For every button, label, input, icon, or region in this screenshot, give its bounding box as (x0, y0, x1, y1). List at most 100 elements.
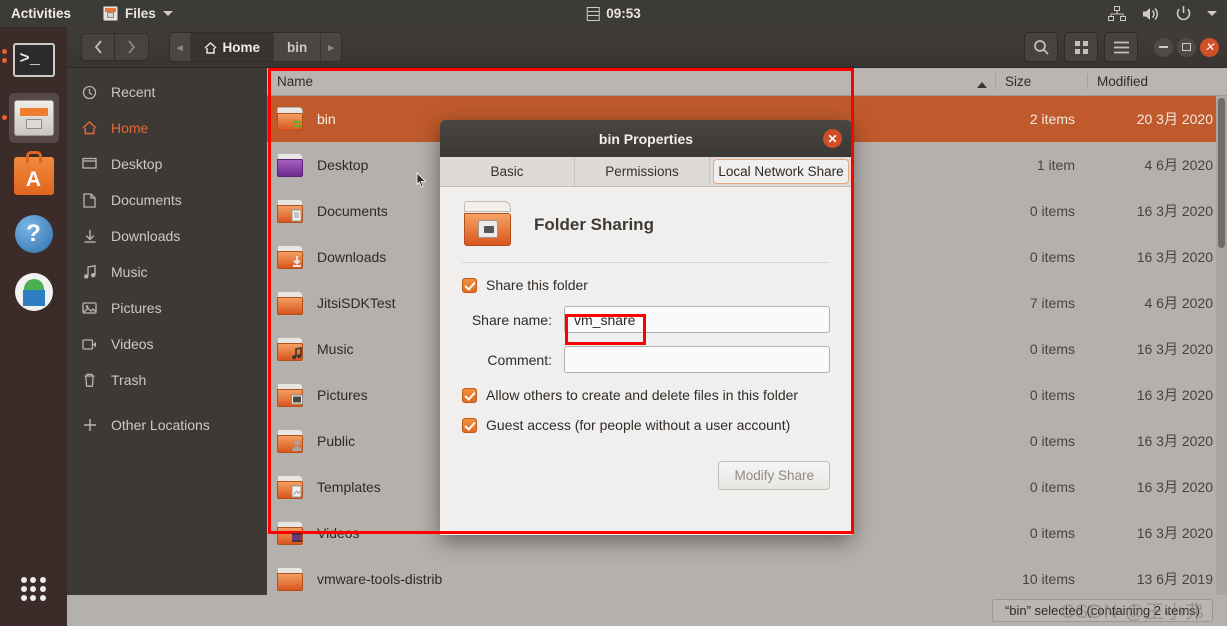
share-name-input[interactable]: vm_share (564, 306, 830, 333)
properties-dialog: bin Properties ✕ Basic Permissions Local… (440, 120, 852, 535)
folder-icon (277, 567, 305, 591)
minimize-button[interactable] (1154, 37, 1173, 57)
dock-item-help[interactable]: ? (9, 209, 59, 259)
allow-others-label: Allow others to create and delete files … (486, 387, 799, 403)
dock-item-android-studio[interactable] (9, 267, 59, 317)
folder-pictures-icon (277, 383, 305, 407)
file-modified: 16 3月 2020 (1136, 249, 1213, 265)
home-icon (81, 121, 98, 135)
search-button[interactable] (1024, 32, 1058, 62)
android-studio-icon (14, 273, 53, 311)
show-applications-button[interactable] (9, 564, 59, 614)
sidebar-separator (67, 398, 267, 407)
dock-item-terminal[interactable]: >_ (1, 35, 59, 85)
guest-access-row[interactable]: Guest access (for people without a user … (462, 417, 830, 433)
vertical-scrollbar[interactable] (1216, 96, 1227, 626)
sidebar-item-other-locations[interactable]: Other Locations (67, 407, 267, 443)
close-icon: ✕ (1204, 40, 1215, 54)
forward-button[interactable] (115, 33, 149, 61)
folder-templates-icon (277, 475, 305, 499)
share-this-folder-row[interactable]: Share this folder (462, 277, 830, 293)
desktop-icon (81, 157, 98, 171)
close-button[interactable]: ✕ (1200, 37, 1219, 57)
clock-icon (81, 85, 98, 100)
folder-downloads-icon (277, 245, 305, 269)
sidebar-item-recent[interactable]: Recent (67, 74, 267, 110)
power-icon[interactable] (1175, 5, 1192, 22)
minimize-icon (1159, 46, 1168, 48)
clock-button[interactable]: 09:53 (586, 6, 641, 21)
ubuntu-software-icon: A (13, 151, 54, 195)
file-name-cell: vmware-tools-distrib (267, 567, 995, 591)
folder-music-icon (277, 337, 305, 361)
dialog-tabs: Basic Permissions Local Network Share (440, 157, 852, 187)
share-this-folder-checkbox[interactable] (462, 277, 477, 293)
back-button[interactable] (81, 33, 115, 61)
file-name: Videos (317, 525, 360, 541)
column-header-name[interactable]: Name (267, 74, 995, 89)
grid-dot (39, 576, 46, 583)
column-header-modified[interactable]: Modified (1087, 74, 1227, 89)
allow-others-row[interactable]: Allow others to create and delete files … (462, 387, 830, 403)
share-name-label: Share name: (471, 311, 552, 328)
grid-dot (39, 585, 46, 592)
breadcrumb-scroll-right[interactable]: ▸ (321, 33, 341, 61)
volume-icon[interactable] (1141, 6, 1160, 22)
grid-dot (21, 576, 28, 583)
sidebar-label: Home (111, 120, 149, 136)
window-controls: ✕ (1154, 37, 1219, 57)
comment-input[interactable] (564, 346, 830, 373)
folder-icon (277, 291, 305, 315)
dock-item-ubuntu-software[interactable]: A (9, 151, 59, 201)
breadcrumb-item-home[interactable]: Home (190, 33, 275, 61)
sidebar-label: Music (111, 264, 148, 280)
folder-sharing-header: Folder Sharing (462, 201, 830, 263)
sidebar-item-trash[interactable]: Trash (67, 362, 267, 398)
share-this-folder-label: Share this folder (486, 277, 588, 293)
column-header-size[interactable]: Size (995, 74, 1087, 89)
sidebar-item-desktop[interactable]: Desktop (67, 146, 267, 182)
allow-others-checkbox[interactable] (462, 387, 477, 403)
sidebar-item-pictures[interactable]: Pictures (67, 290, 267, 326)
file-size: 0 items (1029, 387, 1075, 403)
sidebar-item-videos[interactable]: Videos (67, 326, 267, 362)
share-name-row: Share name: vm_share (462, 306, 830, 333)
sidebar-label: Documents (111, 192, 182, 208)
tab-local-network-share[interactable]: Local Network Share (713, 159, 849, 184)
activities-button[interactable]: Activities (11, 6, 71, 21)
grid-dot (21, 585, 28, 592)
tab-permissions[interactable]: Permissions (575, 157, 710, 186)
breadcrumb-item-bin[interactable]: bin (274, 33, 322, 61)
maximize-button[interactable] (1177, 37, 1196, 57)
system-tray[interactable] (1108, 5, 1217, 22)
app-menu-button[interactable]: Files (103, 6, 173, 21)
breadcrumb-scroll-left[interactable]: ◂ (170, 33, 191, 61)
scrollbar-thumb[interactable] (1218, 98, 1225, 248)
guest-access-checkbox[interactable] (462, 417, 477, 433)
folder-shared-icon (277, 107, 305, 131)
file-modified: 4 6月 2020 (1144, 157, 1214, 173)
gnome-top-bar: Activities Files 09:53 (0, 0, 1227, 27)
modify-share-button[interactable]: Modify Share (718, 461, 830, 490)
view-grid-button[interactable] (1064, 32, 1098, 62)
sidebar-item-downloads[interactable]: Downloads (67, 218, 267, 254)
sidebar-label: Trash (111, 372, 147, 388)
tab-basic[interactable]: Basic (440, 157, 575, 186)
grid-icon (1074, 40, 1088, 54)
mouse-cursor (416, 172, 427, 193)
sidebar-item-documents[interactable]: Documents (67, 182, 267, 218)
sidebar-item-home[interactable]: Home (67, 110, 267, 146)
network-icon[interactable] (1108, 5, 1126, 22)
sidebar-item-music[interactable]: Music (67, 254, 267, 290)
sidebar-label: Pictures (111, 300, 162, 316)
file-size: 0 items (1029, 433, 1075, 449)
file-list-header: Name Size Modified (267, 68, 1227, 96)
grid-dot (30, 595, 37, 602)
menu-button[interactable] (1104, 32, 1138, 62)
grid-dot (30, 576, 37, 583)
clock-label: 09:53 (606, 6, 641, 21)
chevron-down-icon[interactable] (1207, 11, 1217, 16)
dock-item-files[interactable] (1, 93, 59, 143)
file-size: 1 item (1036, 157, 1075, 173)
dialog-close-button[interactable]: ✕ (823, 129, 842, 148)
